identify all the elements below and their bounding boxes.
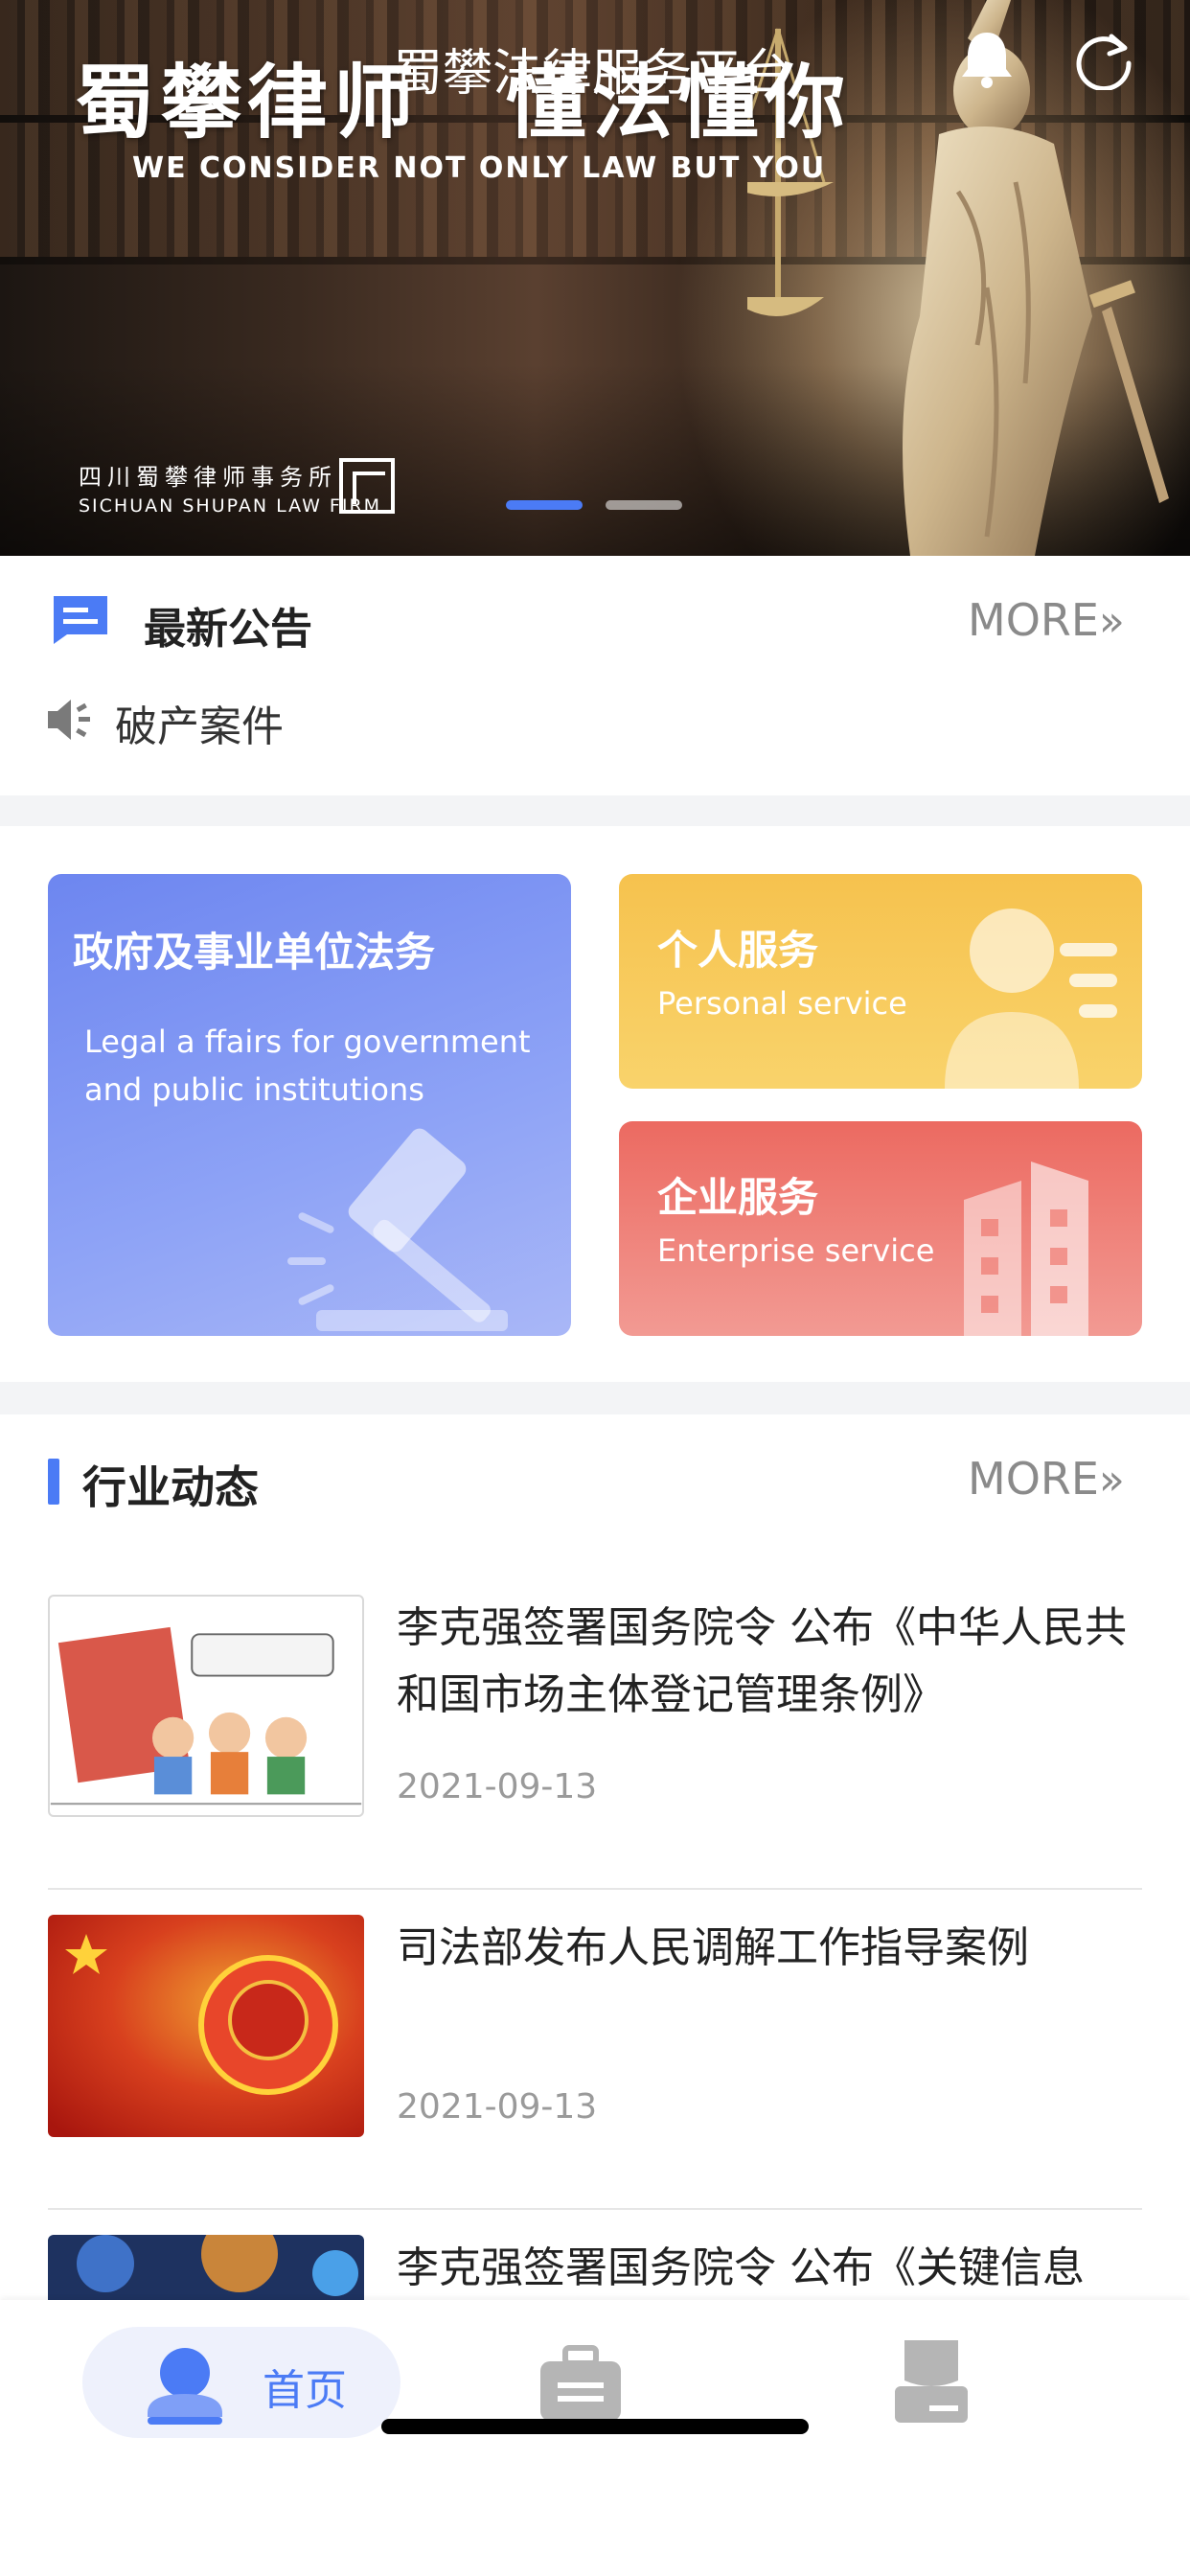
firm-logo: 四川蜀攀律师事务所 SICHUAN SHUPAN LAW FIRM — [79, 458, 395, 517]
speaker-icon — [48, 700, 90, 740]
enterprise-service-title: 企业服务 — [657, 1174, 819, 1221]
gavel-icon — [287, 1128, 508, 1331]
banner-slogan-left: 蜀攀律师 — [75, 56, 421, 150]
section-accent-bar — [48, 1459, 59, 1505]
more-label: MORE — [968, 594, 1099, 646]
carousel-dot-active[interactable] — [506, 500, 583, 510]
enterprise-service-subtitle: Enterprise service — [657, 1232, 935, 1269]
government-service-title: 政府及事业单位法务 — [73, 929, 436, 976]
person-icon — [945, 908, 1117, 1089]
home-indicator[interactable] — [381, 2419, 809, 2434]
government-service-subtitle: Legal a ffairs for government and public… — [84, 1024, 531, 1108]
government-service-card[interactable]: 政府及事业单位法务 Legal a ffairs for government … — [48, 874, 571, 1336]
message-icon — [54, 596, 107, 644]
personal-service-card[interactable]: 个人服务 Personal service — [619, 874, 1142, 1089]
banner-subtitle: WE CONSIDER NOT ONLY LAW BUT YOU — [132, 151, 827, 185]
news-date: 2021-09-13 — [397, 2087, 598, 2127]
news-thumbnail — [48, 1915, 364, 2137]
news-date: 2021-09-13 — [397, 1767, 598, 1806]
firm-name-en: SICHUAN SHUPAN LAW FIRM — [79, 495, 382, 517]
refresh-icon[interactable] — [1073, 29, 1134, 90]
news-thumbnail — [48, 1595, 364, 1817]
building-icon — [964, 1162, 1088, 1336]
bottom-tab-bar: 首页 — [0, 2300, 1190, 2576]
banner-carousel[interactable]: 蜀攀律师 懂法懂你 WE CONSIDER NOT ONLY LAW BUT YO… — [0, 0, 1190, 556]
more-label: MORE — [968, 1453, 1099, 1505]
personal-service-subtitle: Personal service — [657, 985, 907, 1022]
services-section: 政府及事业单位法务 Legal a ffairs for government … — [0, 826, 1190, 1382]
double-chevron-icon: » — [1098, 1456, 1125, 1505]
tab-home[interactable]: 首页 — [82, 2327, 400, 2438]
firm-name-cn: 四川蜀攀律师事务所 — [79, 464, 337, 491]
firm-logo-mark — [339, 458, 395, 514]
carousel-indicators — [506, 500, 682, 510]
news-headline: 李克强签署国务院令 公布《关键信息 — [397, 2243, 1085, 2292]
news-headline: 李克强签署国务院令 公布《中华人民共和国市场主体登记管理条例》 — [397, 1603, 1127, 1719]
enterprise-service-card[interactable]: 企业服务 Enterprise service — [619, 1121, 1142, 1336]
profile-icon[interactable] — [891, 2338, 972, 2425]
news-more-link[interactable]: MORE» — [968, 1453, 1125, 1505]
news-item[interactable]: 李克强签署国务院令 公布《中华人民共和国市场主体登记管理条例》 2021-09-… — [48, 1570, 1142, 1890]
announcement-more-link[interactable]: MORE» — [968, 594, 1125, 646]
news-item[interactable]: 司法部发布人民调解工作指导案例 2021-09-13 — [48, 1890, 1142, 2210]
news-headline: 司法部发布人民调解工作指导案例 — [397, 1923, 1029, 1972]
app-screen: 蜀攀律师 懂法懂你 WE CONSIDER NOT ONLY LAW BUT YO… — [0, 0, 1190, 2576]
home-user-icon — [148, 2348, 222, 2425]
bell-icon[interactable] — [958, 29, 1016, 90]
personal-service-title: 个人服务 — [657, 927, 819, 974]
announcement-item[interactable]: 破产案件 — [115, 692, 284, 753]
briefcase-icon[interactable] — [537, 2344, 625, 2425]
double-chevron-icon: » — [1098, 597, 1125, 646]
announcement-title: 最新公告 — [144, 605, 312, 654]
announcement-section: 最新公告 MORE» 破产案件 — [0, 556, 1190, 795]
tab-home-label: 首页 — [263, 2366, 347, 2415]
carousel-dot[interactable] — [606, 500, 682, 510]
news-section-title: 行业动态 — [82, 1461, 259, 1513]
page-title: 蜀攀法律服务平台 — [393, 45, 792, 103]
